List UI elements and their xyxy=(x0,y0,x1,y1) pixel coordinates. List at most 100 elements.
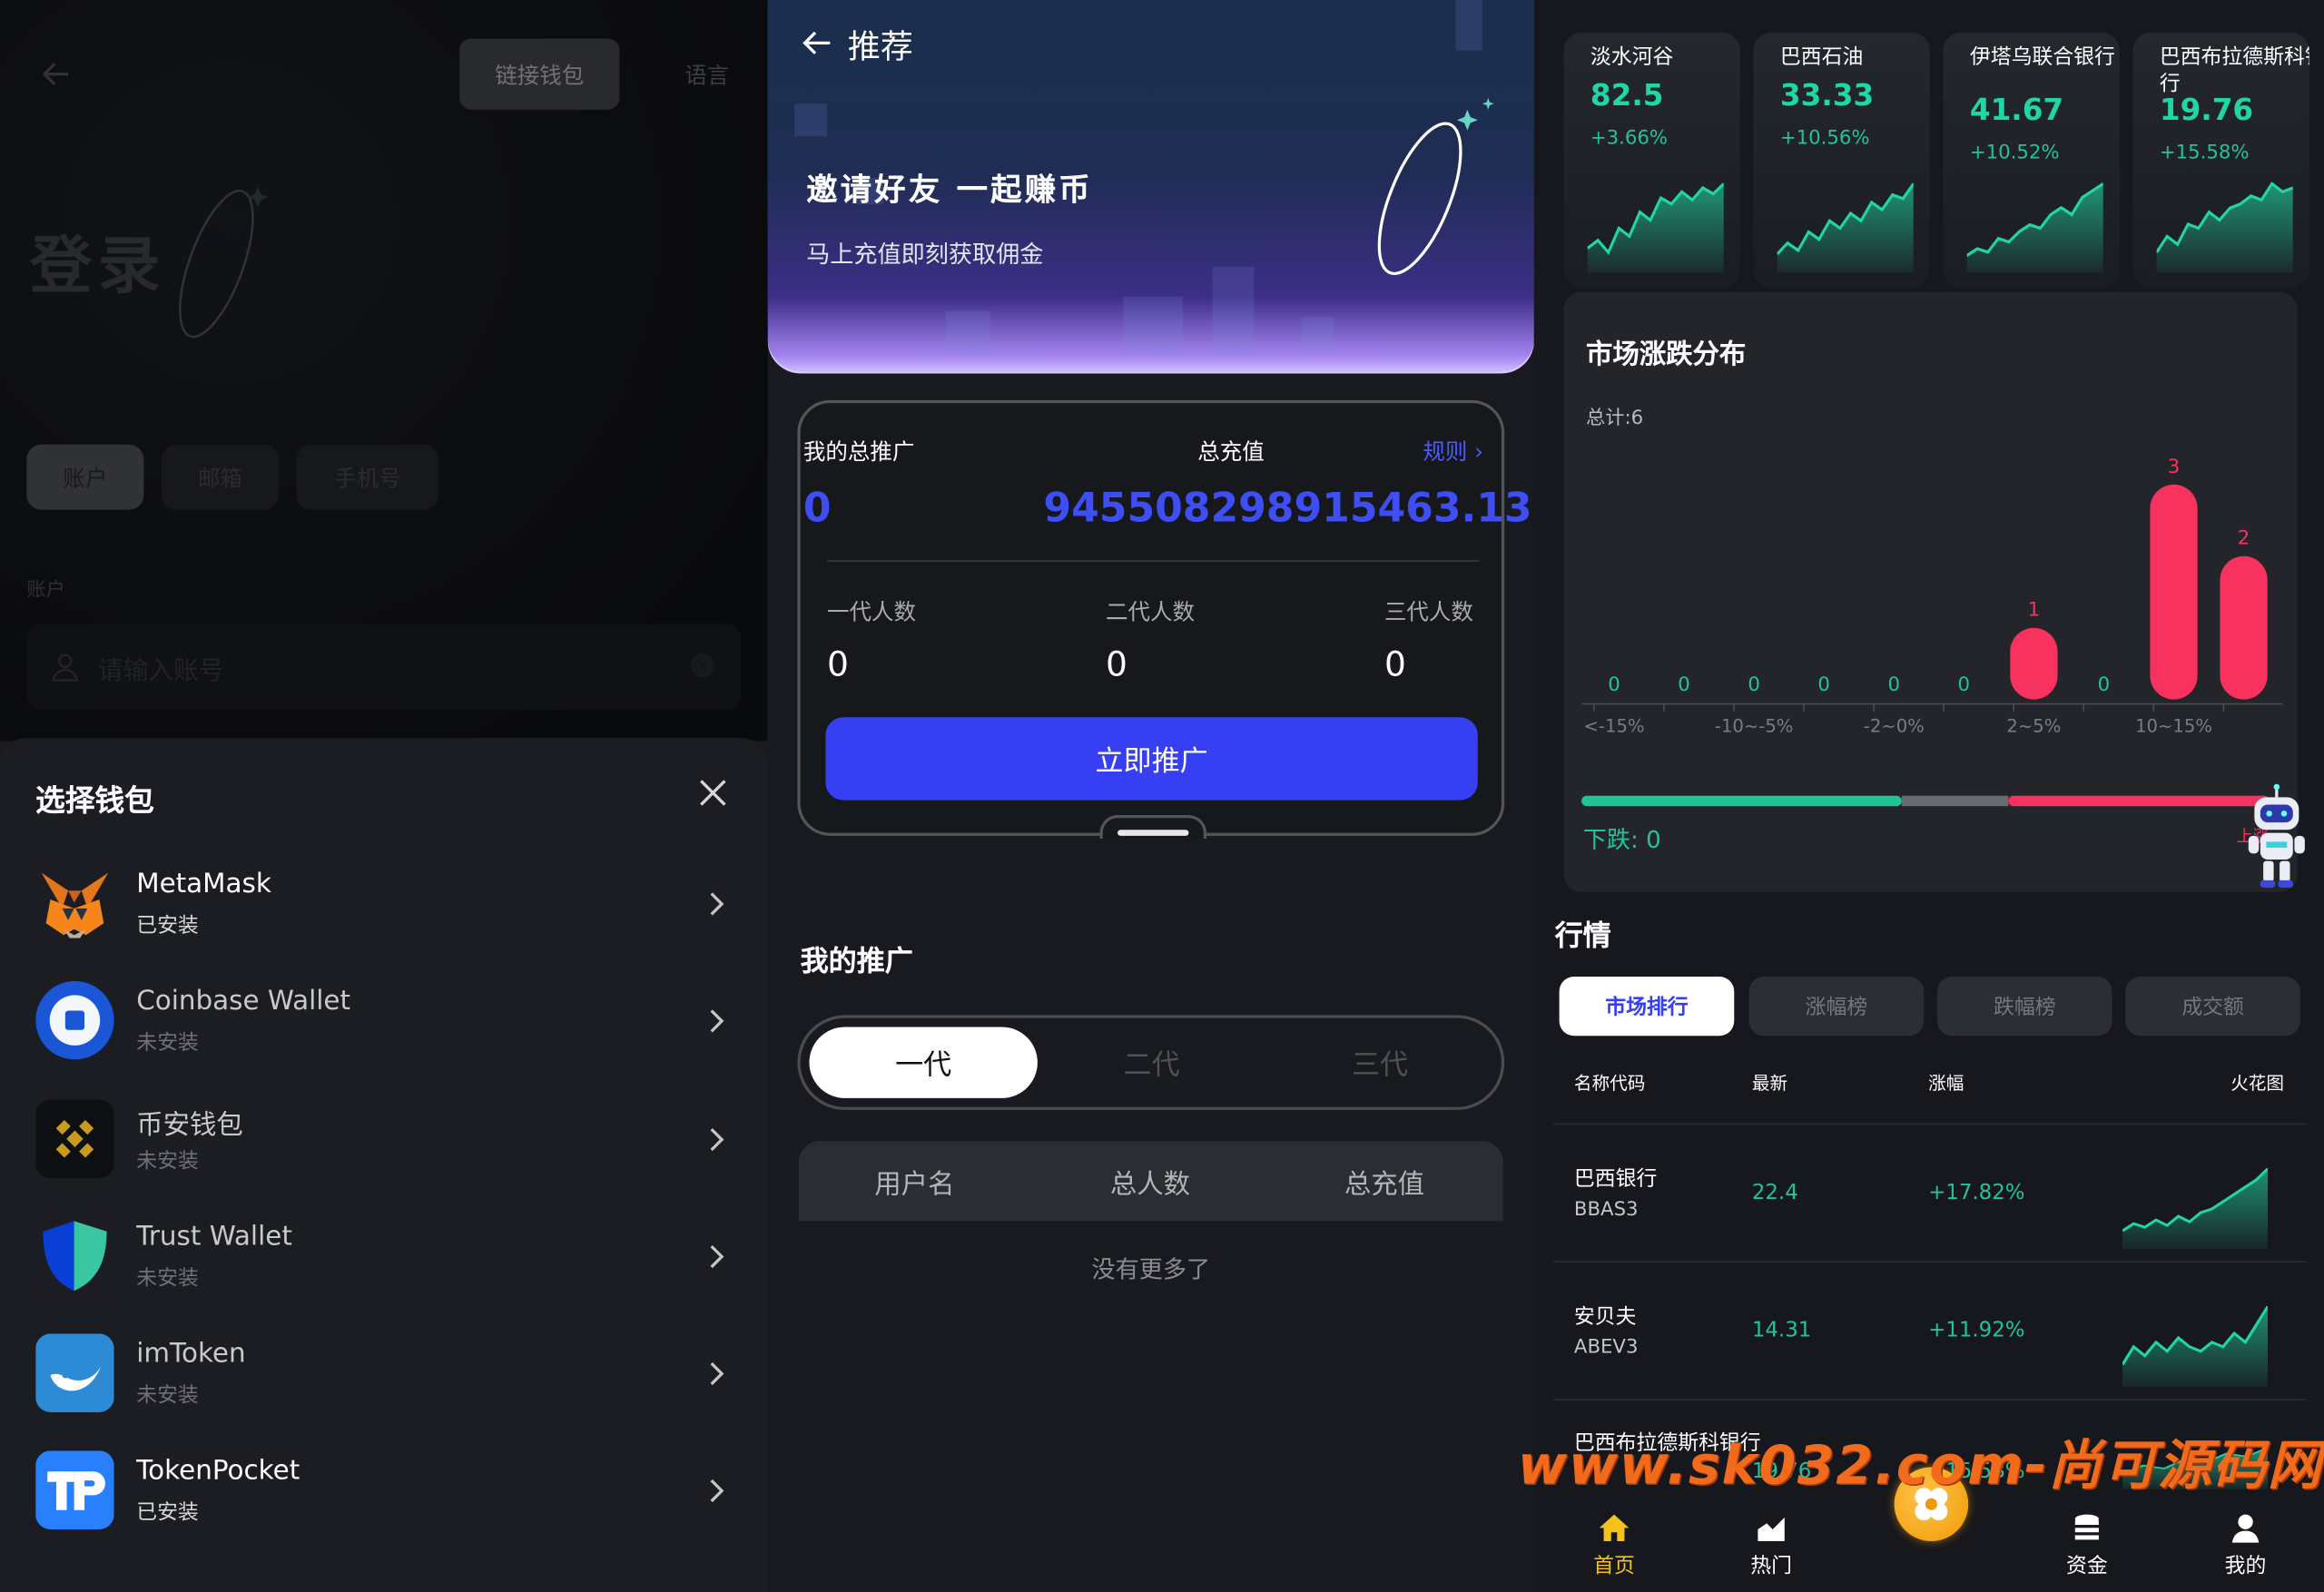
ratio-bar-up xyxy=(2008,795,2270,807)
tokenpocket-icon xyxy=(35,1450,114,1529)
wallet-item-imtoken[interactable]: imToken 未安装 xyxy=(0,1322,768,1425)
my-promotion-title: 我的推广 xyxy=(800,945,913,978)
table-row[interactable]: 安贝夫 ABEV3 14.31 +11.92% xyxy=(1553,1261,2307,1397)
col-latest: 最新 xyxy=(1751,1073,1788,1094)
bar xyxy=(2220,555,2268,700)
tab-home-label: 首页 xyxy=(1593,1554,1635,1578)
x-tick-label: 2~5% xyxy=(2006,716,2061,737)
x-tick-label: -10~-5% xyxy=(1715,716,1794,737)
tab-hot[interactable]: 热门 xyxy=(1719,1499,1823,1582)
wallet-select-sheet: 选择钱包 MetaMask 已安装 Coinbase Wallet 未安装 币安… xyxy=(0,738,768,1592)
bar-value-label: 0 xyxy=(1608,673,1620,696)
bar-value-label: 0 xyxy=(1678,673,1690,696)
modal-overlay[interactable] xyxy=(0,0,768,742)
wallet-status: 未安装 xyxy=(136,1031,199,1056)
wallet-item-metamask[interactable]: MetaMask 已安装 xyxy=(0,852,768,956)
wallet-status: 已安装 xyxy=(136,914,199,938)
tab-mine-label: 我的 xyxy=(2224,1554,2267,1578)
back-arrow-icon[interactable] xyxy=(801,26,833,59)
bar-value-label: 3 xyxy=(2168,456,2181,478)
trust-shield-icon xyxy=(35,1216,114,1295)
tab-volume[interactable]: 成交额 xyxy=(2125,976,2300,1037)
wallet-item-tokenpocket[interactable]: TokenPocket 已安装 xyxy=(0,1439,768,1542)
user-icon xyxy=(2231,1514,2260,1543)
tab-funds[interactable]: 资金 xyxy=(2035,1499,2139,1582)
metamask-fox-icon xyxy=(35,863,114,943)
sparkline xyxy=(1966,182,2103,273)
ratio-bar-flat xyxy=(1901,795,2009,807)
quotes-title: 行情 xyxy=(1554,919,1611,953)
chevron-right-icon xyxy=(710,1361,724,1386)
wallet-name: TokenPocket xyxy=(136,1455,300,1487)
tab-gainers[interactable]: 涨幅榜 xyxy=(1748,976,1925,1037)
gen3-label: 三代人数 xyxy=(1384,598,1473,625)
sparkline-area xyxy=(1777,183,1914,273)
tab-mine[interactable]: 我的 xyxy=(2193,1499,2297,1582)
stock-change: +10.52% xyxy=(1969,142,2060,165)
row-name: 安贝夫 xyxy=(1573,1305,1637,1330)
chevron-right-icon xyxy=(710,1127,724,1152)
wallet-item-trust[interactable]: Trust Wallet 未安装 xyxy=(0,1204,768,1308)
home-icon xyxy=(1599,1514,1630,1542)
x-tick-label: <-15% xyxy=(1584,716,1645,737)
card-handle xyxy=(1118,830,1189,836)
total-promo-value: 0 xyxy=(803,486,832,533)
trending-chart-icon xyxy=(1758,1517,1785,1542)
stock-change: +15.58% xyxy=(2159,142,2250,165)
total-recharge-value: 945508298915463.13 xyxy=(1043,486,1532,533)
wallet-item-binance[interactable]: 币安钱包 未安装 xyxy=(0,1087,768,1191)
segment-gen1[interactable]: 一代 xyxy=(809,1027,1038,1098)
gen2-label: 二代人数 xyxy=(1105,598,1195,625)
banner-subtitle: 马上充值即刻获取佣金 xyxy=(806,240,1044,269)
tab-funds-label: 资金 xyxy=(2065,1554,2108,1578)
tab-home[interactable]: 首页 xyxy=(1562,1499,1666,1582)
gen2-value: 0 xyxy=(1105,645,1128,685)
wallet-status: 未安装 xyxy=(136,1383,199,1409)
bar-value-label: 1 xyxy=(2028,599,2041,622)
divider xyxy=(827,560,1480,562)
chevron-right-icon xyxy=(710,892,724,916)
bar-value-label: 0 xyxy=(2098,673,2111,696)
tab-hot-label: 热门 xyxy=(1750,1554,1792,1578)
row-latest: 22.4 xyxy=(1751,1181,1798,1205)
stock-price: 82.5 xyxy=(1590,76,1664,113)
tab-market-rank[interactable]: 市场排行 xyxy=(1559,976,1735,1037)
stock-card[interactable]: 伊塔乌联合银行 41.67 +10.52% xyxy=(1943,32,2120,288)
binance-icon xyxy=(35,1099,114,1178)
stock-card[interactable]: 淡水河谷 82.5 +3.66% xyxy=(1563,32,1740,288)
close-icon[interactable] xyxy=(696,777,729,810)
stock-name: 伊塔乌联合银行 xyxy=(1969,45,2115,70)
sparkline-area xyxy=(1587,183,1724,273)
login-screen: 链接钱包 语言 登录 账户 邮箱 手机号 账户 请输入账号 × 选择钱包 Met… xyxy=(0,0,768,1592)
wallet-item-coinbase[interactable]: Coinbase Wallet 未安装 xyxy=(0,969,768,1073)
watermark: www.sk032.com-尚可源码网 xyxy=(1517,1436,2323,1498)
coins-icon xyxy=(2074,1514,2099,1540)
bar-value-label: 0 xyxy=(1817,673,1830,696)
stock-name: 巴西石油 xyxy=(1779,45,1864,70)
banner-title: 邀请好友 一起赚币 xyxy=(806,172,1093,208)
down-count-label: 下跌: 0 xyxy=(1582,825,1661,854)
stock-card[interactable]: 巴西布拉德斯科银行 19.76 +15.58% xyxy=(2132,32,2309,288)
no-more-text: 没有更多了 xyxy=(1091,1254,1211,1283)
wallet-status: 已安装 xyxy=(136,1500,199,1526)
stock-price: 19.76 xyxy=(2159,92,2254,128)
wallet-name: 币安钱包 xyxy=(136,1109,243,1142)
x-tick-label: -2~0% xyxy=(1864,716,1925,737)
stock-card[interactable]: 巴西石油 33.33 +10.56% xyxy=(1753,32,1930,288)
wallet-status: 未安装 xyxy=(136,1266,199,1292)
market-screen: 淡水河谷 82.5 +3.66% 巴西石油 33.33 +10.56% 伊塔乌联… xyxy=(1533,0,2324,1592)
chevron-right-icon xyxy=(710,1479,724,1503)
table-row[interactable]: 巴西银行 BBAS3 22.4 +17.82% xyxy=(1553,1123,2307,1260)
row-change: +17.82% xyxy=(1928,1181,2025,1205)
sparkline xyxy=(1587,182,1724,273)
ratio-bar-down xyxy=(1581,795,1902,807)
gen3-value: 0 xyxy=(1384,645,1406,685)
row-code: BBAS3 xyxy=(1573,1198,1639,1222)
promote-now-button[interactable]: 立即推广 xyxy=(825,717,1478,801)
rules-link[interactable]: 规则 › xyxy=(1423,436,1483,467)
segment-gen3[interactable]: 三代 xyxy=(1265,1027,1493,1097)
tab-losers[interactable]: 跌幅榜 xyxy=(1936,976,2112,1037)
segment-gen2[interactable]: 二代 xyxy=(1038,1027,1265,1097)
distribution-chart: 0 0 0 0 0 0 1 0 3 2 <-15% -10~-5% -2~0% 2~5% 10~15% xyxy=(1581,456,2283,807)
col-total-people: 总人数 xyxy=(1109,1169,1191,1201)
